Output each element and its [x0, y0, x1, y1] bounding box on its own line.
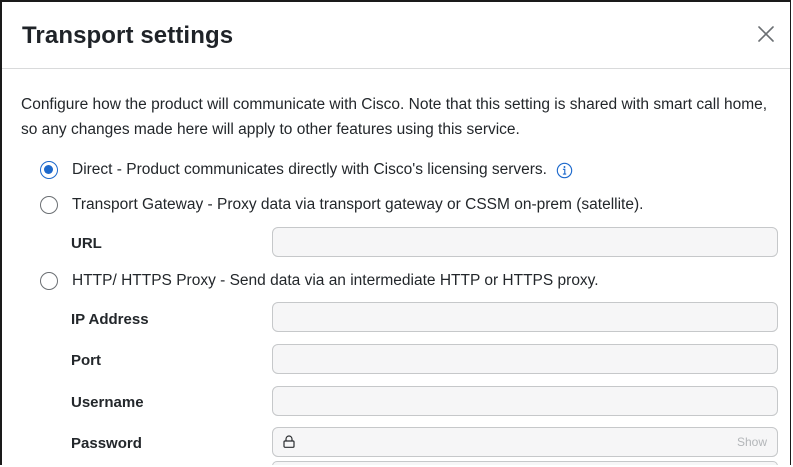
- transport-settings-dialog: Transport settings Configure how the pro…: [0, 0, 791, 465]
- info-icon[interactable]: [556, 162, 573, 179]
- username-input[interactable]: [272, 386, 778, 416]
- ip-address-label: IP Address: [71, 311, 149, 328]
- option-http-proxy-label: HTTP/ HTTPS Proxy - Send data via an int…: [72, 272, 599, 289]
- port-input[interactable]: [272, 344, 778, 374]
- option-transport-gateway-label: Transport Gateway - Proxy data via trans…: [72, 196, 644, 213]
- password-label: Password: [71, 435, 142, 452]
- password-field[interactable]: Show: [272, 427, 778, 458]
- radio-http-proxy[interactable]: [40, 272, 58, 290]
- radio-transport-gateway[interactable]: [40, 196, 58, 214]
- radio-direct[interactable]: [40, 161, 58, 179]
- close-icon[interactable]: [756, 24, 776, 44]
- option-http-proxy[interactable]: HTTP/ HTTPS Proxy - Send data via an int…: [40, 270, 599, 292]
- url-input[interactable]: [272, 227, 778, 257]
- dialog-description: Configure how the product will communica…: [21, 96, 768, 138]
- port-label: Port: [71, 352, 101, 369]
- dialog-title: Transport settings: [22, 22, 234, 49]
- lock-icon: [283, 435, 295, 448]
- option-direct[interactable]: Direct - Product communicates directly w…: [40, 159, 573, 181]
- next-input-partial: [272, 461, 778, 465]
- show-password-toggle[interactable]: Show: [737, 435, 767, 449]
- password-input[interactable]: [303, 428, 707, 458]
- url-label: URL: [71, 235, 102, 252]
- username-label: Username: [71, 394, 144, 411]
- option-transport-gateway[interactable]: Transport Gateway - Proxy data via trans…: [40, 194, 643, 216]
- dialog-header: Transport settings: [2, 2, 790, 69]
- option-direct-label: Direct - Product communicates directly w…: [72, 161, 547, 178]
- ip-address-input[interactable]: [272, 302, 778, 332]
